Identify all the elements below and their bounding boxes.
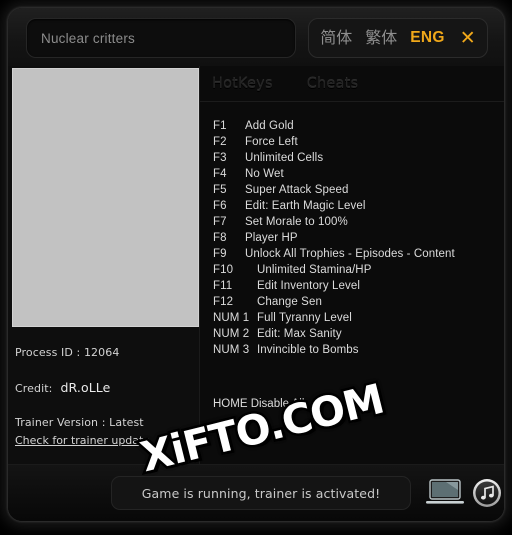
status-bar: Game is running, trainer is activated! bbox=[8, 464, 504, 521]
hotkey-row[interactable]: F3 Unlimited Cells bbox=[200, 150, 504, 166]
lang-option-traditional[interactable]: 繁体 bbox=[365, 30, 397, 46]
cover-art-image bbox=[12, 68, 199, 327]
hotkey-key: F6 bbox=[213, 200, 227, 212]
hotkey-description: Player HP bbox=[245, 232, 298, 244]
hotkey-description: Unlimited Cells bbox=[245, 152, 324, 164]
hotkey-key: NUM 3 bbox=[213, 344, 250, 356]
hotkey-description: Edit: Earth Magic Level bbox=[245, 200, 366, 212]
tab-cheats[interactable]: Cheats bbox=[307, 76, 359, 92]
hotkey-key: F8 bbox=[213, 232, 227, 244]
sidebar: Process ID : 12064 Credit: dR.oLLe Traine… bbox=[8, 66, 200, 464]
hotkey-description: Change Sen bbox=[257, 296, 322, 308]
hotkey-row[interactable]: F1 Add Gold bbox=[200, 118, 504, 134]
app-root: 简体 繁体 ENG ✕ Process ID : 12064 Credit: dR… bbox=[0, 0, 512, 535]
hotkey-row[interactable]: F7 Set Morale to 100% bbox=[200, 214, 504, 230]
hotkey-row[interactable]: F11 Edit Inventory Level bbox=[200, 278, 504, 294]
trainer-version-label: Trainer Version : Latest bbox=[15, 416, 144, 429]
hotkey-row[interactable]: NUM 3 Invincible to Bombs bbox=[200, 342, 504, 358]
hotkey-row[interactable]: F10 Unlimited Stamina/HP bbox=[200, 262, 504, 278]
hotkey-key: F4 bbox=[213, 168, 227, 180]
hotkey-key: F12 bbox=[213, 296, 234, 308]
hotkey-description: Add Gold bbox=[245, 120, 294, 132]
hotkey-description: Unlock All Trophies - Episodes - Content bbox=[245, 248, 455, 260]
status-message: Game is running, trainer is activated! bbox=[141, 485, 381, 501]
disable-all-label: HOME Disable All bbox=[213, 398, 305, 410]
laptop-icon[interactable] bbox=[426, 479, 464, 507]
hotkey-key: F5 bbox=[213, 184, 227, 196]
credit-value: dR.oLLe bbox=[60, 380, 111, 395]
hotkey-description: Edit: Max Sanity bbox=[257, 328, 342, 340]
hotkey-list: F1 Add Gold F2 Force Left F3 Unlimited C… bbox=[200, 118, 504, 358]
hotkey-description: Set Morale to 100% bbox=[245, 216, 348, 228]
top-bar: 简体 繁体 ENG ✕ bbox=[8, 8, 504, 66]
hotkey-description: Invincible to Bombs bbox=[257, 344, 359, 356]
hotkey-row[interactable]: F8 Player HP bbox=[200, 230, 504, 246]
close-icon[interactable]: ✕ bbox=[460, 28, 476, 48]
hotkey-row[interactable]: F4 No Wet bbox=[200, 166, 504, 182]
hotkey-key: F10 bbox=[213, 264, 234, 276]
hotkey-description: Full Tyranny Level bbox=[257, 312, 352, 324]
trainer-window: 简体 繁体 ENG ✕ Process ID : 12064 Credit: dR… bbox=[8, 8, 504, 521]
hotkey-key: F11 bbox=[213, 280, 233, 292]
hotkey-description: Force Left bbox=[245, 136, 298, 148]
lang-option-simplified[interactable]: 简体 bbox=[320, 30, 352, 46]
process-id-label: Process ID : 12064 bbox=[15, 346, 120, 359]
hotkey-key: F1 bbox=[213, 120, 227, 132]
hotkey-key: F7 bbox=[213, 216, 227, 228]
hotkey-row[interactable]: F5 Super Attack Speed bbox=[200, 182, 504, 198]
hotkey-key: F3 bbox=[213, 152, 227, 164]
check-for-trainer-update-link[interactable]: Check for trainer update bbox=[15, 434, 150, 447]
main-panel: HotKeys Cheats F1 Add Gold F2 Force Left… bbox=[200, 66, 504, 464]
search-box[interactable] bbox=[26, 18, 296, 58]
credit-label: Credit: bbox=[15, 382, 53, 395]
language-selector: 简体 繁体 ENG ✕ bbox=[308, 18, 488, 58]
hotkey-row[interactable]: NUM 2 Edit: Max Sanity bbox=[200, 326, 504, 342]
credit-row: Credit: dR.oLLe bbox=[15, 380, 195, 395]
tab-hotkeys[interactable]: HotKeys bbox=[212, 76, 273, 92]
hotkey-row[interactable]: F9 Unlock All Trophies - Episodes - Cont… bbox=[200, 246, 504, 262]
hotkey-key: F9 bbox=[213, 248, 227, 260]
lang-option-english[interactable]: ENG bbox=[410, 30, 445, 46]
sidebar-meta: Process ID : 12064 Credit: dR.oLLe Traine… bbox=[15, 346, 195, 449]
music-note-icon[interactable] bbox=[472, 478, 502, 508]
hotkey-row[interactable]: NUM 1 Full Tyranny Level bbox=[200, 310, 504, 326]
hotkey-key: NUM 2 bbox=[213, 328, 250, 340]
tab-bar: HotKeys Cheats bbox=[200, 66, 504, 102]
hotkey-description: Unlimited Stamina/HP bbox=[257, 264, 372, 276]
hotkey-description: Super Attack Speed bbox=[245, 184, 349, 196]
status-message-field: Game is running, trainer is activated! bbox=[111, 476, 411, 510]
hotkey-row[interactable]: F12 Change Sen bbox=[200, 294, 504, 310]
hotkey-key: F2 bbox=[213, 136, 227, 148]
hotkey-description: No Wet bbox=[245, 168, 284, 180]
search-input[interactable] bbox=[27, 19, 295, 57]
hotkey-key: NUM 1 bbox=[213, 312, 250, 324]
hotkey-description: Edit Inventory Level bbox=[257, 280, 361, 292]
hotkey-row[interactable]: F2 Force Left bbox=[200, 134, 504, 150]
hotkey-row[interactable]: F6 Edit: Earth Magic Level bbox=[200, 198, 504, 214]
